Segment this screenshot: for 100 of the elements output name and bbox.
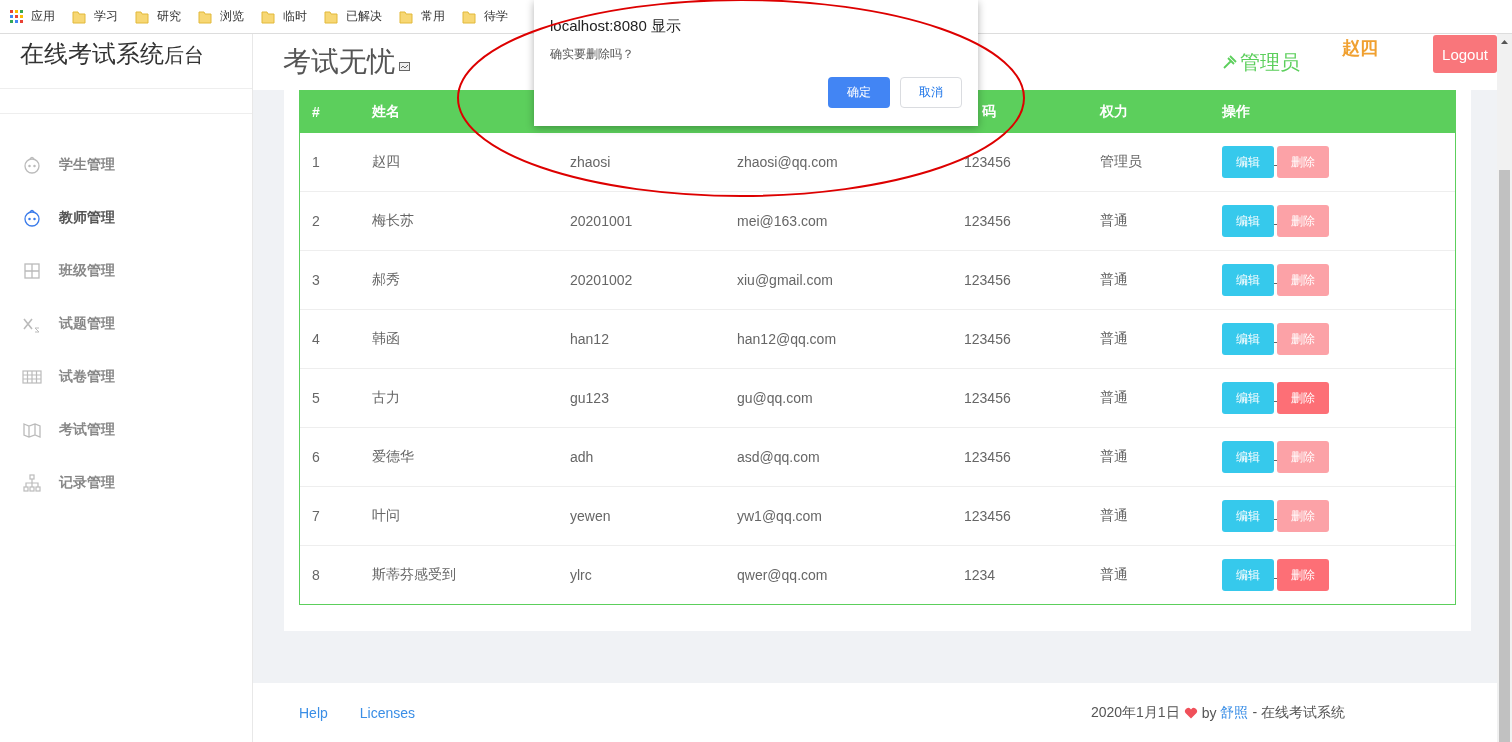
edit-button[interactable]: 编辑 — [1222, 441, 1274, 473]
table-cell-text: 8 — [311, 567, 321, 583]
folder-icon — [135, 9, 149, 24]
table-cell-text: ylrc — [569, 567, 593, 583]
table-cell-text: 1 — [311, 154, 321, 170]
table-cell-text: 123456 — [963, 331, 1012, 347]
table-cell-text: asd@qq.com — [736, 449, 821, 465]
table-cell-text: 123456 — [963, 449, 1012, 465]
page-title: 考试无忧 — [283, 45, 395, 79]
table-cell-text: 123456 — [963, 154, 1012, 170]
footer-link[interactable]: Help — [299, 704, 328, 721]
table-cell-text: 古力 — [371, 389, 401, 407]
confirm-button[interactable]: 确定 — [828, 77, 890, 108]
table-cell-text: 123456 — [963, 390, 1012, 406]
table-cell-text: 1234 — [963, 567, 997, 583]
folder-icon — [198, 9, 212, 24]
face-icon — [22, 154, 42, 175]
role-label: 管理员 — [1240, 49, 1300, 75]
table-cell-text: han12 — [569, 331, 610, 347]
folder-icon — [72, 9, 86, 24]
footer-link[interactable]: Licenses — [359, 704, 416, 721]
bookmark-label[interactable]: 已解决 — [346, 8, 382, 25]
bookmark-label[interactable]: 研究 — [157, 8, 181, 25]
logout-button[interactable]: Logout — [1433, 35, 1497, 73]
delete-button[interactable]: 删除 — [1277, 382, 1329, 414]
column-header: 操作 — [1221, 102, 1250, 121]
table-cell-text: 普通 — [1099, 566, 1129, 584]
table-cell-text: 3 — [311, 272, 321, 288]
table-cell-text: 梅长苏 — [371, 212, 415, 230]
column-header: # — [311, 103, 320, 120]
sidebar-item[interactable]: 教师管理 — [0, 191, 252, 244]
heart-icon — [1183, 706, 1198, 719]
edit-button[interactable]: 编辑 — [1222, 146, 1274, 178]
edit-button[interactable]: 编辑 — [1222, 382, 1274, 414]
scrollbar-thumb[interactable] — [1499, 170, 1510, 742]
folder-icon — [399, 9, 413, 24]
sidebar-item[interactable]: 试卷管理 — [0, 350, 252, 403]
table-cell-text: 123456 — [963, 213, 1012, 229]
broken-image-icon — [399, 61, 410, 71]
table-cell-text: 20201002 — [569, 272, 634, 288]
table-cell-text: 普通 — [1099, 212, 1129, 230]
table-cell-text: 4 — [311, 331, 321, 347]
table-cell-text: 6 — [311, 449, 321, 465]
table-cell-text: yewen — [569, 508, 612, 524]
footer-by: by — [1201, 704, 1217, 721]
table-cell-text: yw1@qq.com — [736, 508, 824, 524]
table-cell-text: adh — [569, 449, 595, 465]
delete-button[interactable]: 删除 — [1277, 559, 1329, 591]
table-cell-text: 爱德华 — [371, 448, 415, 466]
dialog-title: localhost:8080 显示 — [550, 17, 682, 36]
table-cell-text: xiu@gmail.com — [736, 272, 834, 288]
user-name: 赵四 — [1342, 37, 1378, 60]
bookmark-label[interactable]: 临时 — [283, 8, 307, 25]
table-cell-text: 20201001 — [569, 213, 634, 229]
app-title-suffix: 后台 — [164, 44, 204, 66]
table-cell-text: zhaosi — [569, 154, 612, 170]
table-cell-text: 普通 — [1099, 271, 1129, 289]
bookmark-label[interactable]: 学习 — [94, 8, 118, 25]
sidebar-item[interactable]: 学生管理 — [0, 138, 252, 191]
table-cell-text: 普通 — [1099, 389, 1129, 407]
sidebar-item[interactable]: 考试管理 — [0, 403, 252, 456]
sidebar-item[interactable]: 记录管理 — [0, 456, 252, 509]
app-title: 在线考试系统 — [20, 40, 164, 67]
column-header: 码 — [981, 102, 996, 121]
bookmark-label[interactable]: 常用 — [421, 8, 445, 25]
folder-icon — [462, 9, 476, 24]
table-cell-text: 管理员 — [1099, 153, 1143, 171]
grid-icon — [22, 260, 42, 281]
edit-button[interactable]: 编辑 — [1222, 500, 1274, 532]
sidebar-item[interactable]: 试题管理 — [0, 297, 252, 350]
apps-icon — [10, 10, 23, 23]
footer-date: 2020年1月1日 — [1090, 703, 1180, 722]
column-header: 姓名 — [371, 102, 400, 121]
table-cell-text: 韩函 — [371, 330, 401, 348]
cancel-button[interactable]: 取消 — [900, 77, 962, 108]
edit-button[interactable]: 编辑 — [1222, 264, 1274, 296]
table-cell-text: 2 — [311, 213, 321, 229]
dialog-message: 确实要删除吗？ — [550, 46, 635, 63]
table-cell-text: gu123 — [569, 390, 610, 406]
table-cell-text: gu@qq.com — [736, 390, 814, 406]
folder-icon — [261, 9, 275, 24]
table-cell-text: han12@qq.com — [736, 331, 838, 347]
table-cell-text: zhaosi@qq.com — [736, 154, 839, 170]
edit-button[interactable]: 编辑 — [1222, 323, 1274, 355]
table-cell-text: mei@163.com — [736, 213, 829, 229]
table-cell-text: 郝秀 — [371, 271, 401, 289]
sidebar-item[interactable]: 班级管理 — [0, 244, 252, 297]
table-cell-text: 5 — [311, 390, 321, 406]
bookmark-label[interactable]: 浏览 — [220, 8, 244, 25]
bookmark-label[interactable]: 应用 — [31, 8, 55, 25]
edit-button[interactable]: 编辑 — [1222, 559, 1274, 591]
edit-button[interactable]: 编辑 — [1222, 205, 1274, 237]
folder-icon — [324, 9, 338, 24]
table-cell-text: 普通 — [1099, 448, 1129, 466]
table-cell-text: 叶问 — [371, 507, 401, 525]
author-link[interactable]: 舒照 — [1220, 703, 1249, 722]
table-cell-text: 123456 — [963, 272, 1012, 288]
column-header: 权力 — [1099, 102, 1128, 121]
bookmark-label[interactable]: 待学 — [484, 8, 508, 25]
hierarchy-icon — [22, 472, 42, 493]
